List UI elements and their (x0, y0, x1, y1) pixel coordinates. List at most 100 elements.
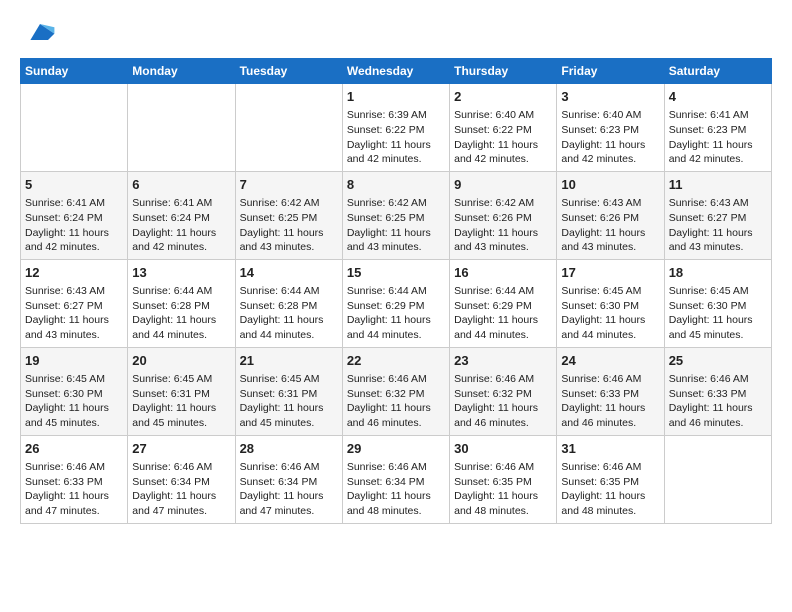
header-wednesday: Wednesday (342, 59, 449, 84)
calendar-cell: 6 Sunrise: 6:41 AMSunset: 6:24 PMDaylight… (128, 171, 235, 259)
calendar-cell: 15 Sunrise: 6:44 AMSunset: 6:29 PMDayligh… (342, 259, 449, 347)
day-info: Sunrise: 6:46 AMSunset: 6:35 PMDaylight:… (454, 460, 552, 519)
day-number: 29 (347, 440, 445, 458)
day-info: Sunrise: 6:40 AMSunset: 6:22 PMDaylight:… (454, 108, 552, 167)
day-number: 7 (240, 176, 338, 194)
calendar-cell: 2 Sunrise: 6:40 AMSunset: 6:22 PMDaylight… (450, 84, 557, 172)
calendar-week-row: 19Sunrise: 6:45 AMSunset: 6:30 PMDayligh… (21, 347, 772, 435)
day-number: 26 (25, 440, 123, 458)
day-info: Sunrise: 6:46 AMSunset: 6:33 PMDaylight:… (25, 460, 123, 519)
calendar-cell: 1 Sunrise: 6:39 AMSunset: 6:22 PMDaylight… (342, 84, 449, 172)
day-info: Sunrise: 6:44 AMSunset: 6:28 PMDaylight:… (132, 284, 230, 343)
day-info: Sunrise: 6:41 AMSunset: 6:24 PMDaylight:… (25, 196, 123, 255)
day-info: Sunrise: 6:46 AMSunset: 6:33 PMDaylight:… (669, 372, 767, 431)
header (20, 16, 772, 48)
day-info: Sunrise: 6:44 AMSunset: 6:29 PMDaylight:… (454, 284, 552, 343)
day-info: Sunrise: 6:46 AMSunset: 6:32 PMDaylight:… (454, 372, 552, 431)
calendar-cell: 4 Sunrise: 6:41 AMSunset: 6:23 PMDaylight… (664, 84, 771, 172)
calendar-cell (664, 435, 771, 523)
calendar-cell: 19Sunrise: 6:45 AMSunset: 6:30 PMDayligh… (21, 347, 128, 435)
day-info: Sunrise: 6:44 AMSunset: 6:29 PMDaylight:… (347, 284, 445, 343)
day-number: 27 (132, 440, 230, 458)
calendar-table: SundayMondayTuesdayWednesdayThursdayFrid… (20, 58, 772, 524)
day-info: Sunrise: 6:45 AMSunset: 6:31 PMDaylight:… (132, 372, 230, 431)
day-number: 21 (240, 352, 338, 370)
header-saturday: Saturday (664, 59, 771, 84)
calendar-cell: 16 Sunrise: 6:44 AMSunset: 6:29 PMDayligh… (450, 259, 557, 347)
calendar-week-row: 12Sunrise: 6:43 AMSunset: 6:27 PMDayligh… (21, 259, 772, 347)
day-info: Sunrise: 6:42 AMSunset: 6:26 PMDaylight:… (454, 196, 552, 255)
header-thursday: Thursday (450, 59, 557, 84)
logo (20, 16, 56, 48)
day-number: 3 (561, 88, 659, 106)
page: SundayMondayTuesdayWednesdayThursdayFrid… (0, 0, 792, 534)
day-number: 2 (454, 88, 552, 106)
calendar-week-row: 26 Sunrise: 6:46 AMSunset: 6:33 PMDayligh… (21, 435, 772, 523)
day-number: 10 (561, 176, 659, 194)
calendar-cell (235, 84, 342, 172)
calendar-cell: 26 Sunrise: 6:46 AMSunset: 6:33 PMDayligh… (21, 435, 128, 523)
calendar-cell: 5 Sunrise: 6:41 AMSunset: 6:24 PMDaylight… (21, 171, 128, 259)
calendar-cell: 18 Sunrise: 6:45 AMSunset: 6:30 PMDayligh… (664, 259, 771, 347)
day-info: Sunrise: 6:46 AMSunset: 6:34 PMDaylight:… (132, 460, 230, 519)
day-number: 14 (240, 264, 338, 282)
day-info: Sunrise: 6:46 AMSunset: 6:34 PMDaylight:… (347, 460, 445, 519)
day-number: 1 (347, 88, 445, 106)
day-info: Sunrise: 6:42 AMSunset: 6:25 PMDaylight:… (347, 196, 445, 255)
day-number: 23 (454, 352, 552, 370)
day-info: Sunrise: 6:45 AMSunset: 6:30 PMDaylight:… (669, 284, 767, 343)
calendar-header-row: SundayMondayTuesdayWednesdayThursdayFrid… (21, 59, 772, 84)
header-friday: Friday (557, 59, 664, 84)
day-number: 24 (561, 352, 659, 370)
calendar-week-row: 5 Sunrise: 6:41 AMSunset: 6:24 PMDaylight… (21, 171, 772, 259)
day-number: 4 (669, 88, 767, 106)
day-number: 11 (669, 176, 767, 194)
day-info: Sunrise: 6:41 AMSunset: 6:23 PMDaylight:… (669, 108, 767, 167)
day-number: 28 (240, 440, 338, 458)
day-number: 6 (132, 176, 230, 194)
calendar-cell: 24 Sunrise: 6:46 AMSunset: 6:33 PMDayligh… (557, 347, 664, 435)
calendar-cell: 22Sunrise: 6:46 AMSunset: 6:32 PMDayligh… (342, 347, 449, 435)
header-sunday: Sunday (21, 59, 128, 84)
day-number: 16 (454, 264, 552, 282)
day-number: 19 (25, 352, 123, 370)
calendar-cell: 11 Sunrise: 6:43 AMSunset: 6:27 PMDayligh… (664, 171, 771, 259)
calendar-cell: 8 Sunrise: 6:42 AMSunset: 6:25 PMDaylight… (342, 171, 449, 259)
day-info: Sunrise: 6:42 AMSunset: 6:25 PMDaylight:… (240, 196, 338, 255)
day-info: Sunrise: 6:46 AMSunset: 6:34 PMDaylight:… (240, 460, 338, 519)
calendar-cell: 28 Sunrise: 6:46 AMSunset: 6:34 PMDayligh… (235, 435, 342, 523)
day-number: 31 (561, 440, 659, 458)
day-info: Sunrise: 6:46 AMSunset: 6:32 PMDaylight:… (347, 372, 445, 431)
day-number: 30 (454, 440, 552, 458)
calendar-cell (21, 84, 128, 172)
day-info: Sunrise: 6:45 AMSunset: 6:31 PMDaylight:… (240, 372, 338, 431)
day-info: Sunrise: 6:44 AMSunset: 6:28 PMDaylight:… (240, 284, 338, 343)
calendar-cell (128, 84, 235, 172)
day-info: Sunrise: 6:41 AMSunset: 6:24 PMDaylight:… (132, 196, 230, 255)
calendar-cell: 21 Sunrise: 6:45 AMSunset: 6:31 PMDayligh… (235, 347, 342, 435)
day-info: Sunrise: 6:45 AMSunset: 6:30 PMDaylight:… (561, 284, 659, 343)
calendar-cell: 31 Sunrise: 6:46 AMSunset: 6:35 PMDayligh… (557, 435, 664, 523)
day-number: 9 (454, 176, 552, 194)
day-number: 12 (25, 264, 123, 282)
calendar-cell: 23 Sunrise: 6:46 AMSunset: 6:32 PMDayligh… (450, 347, 557, 435)
calendar-cell: 30 Sunrise: 6:46 AMSunset: 6:35 PMDayligh… (450, 435, 557, 523)
calendar-cell: 20Sunrise: 6:45 AMSunset: 6:31 PMDayligh… (128, 347, 235, 435)
calendar-cell: 27 Sunrise: 6:46 AMSunset: 6:34 PMDayligh… (128, 435, 235, 523)
day-info: Sunrise: 6:46 AMSunset: 6:35 PMDaylight:… (561, 460, 659, 519)
header-monday: Monday (128, 59, 235, 84)
day-number: 13 (132, 264, 230, 282)
day-info: Sunrise: 6:40 AMSunset: 6:23 PMDaylight:… (561, 108, 659, 167)
day-info: Sunrise: 6:46 AMSunset: 6:33 PMDaylight:… (561, 372, 659, 431)
calendar-cell: 12Sunrise: 6:43 AMSunset: 6:27 PMDayligh… (21, 259, 128, 347)
day-number: 8 (347, 176, 445, 194)
calendar-cell: 25Sunrise: 6:46 AMSunset: 6:33 PMDayligh… (664, 347, 771, 435)
day-info: Sunrise: 6:43 AMSunset: 6:26 PMDaylight:… (561, 196, 659, 255)
day-number: 18 (669, 264, 767, 282)
day-number: 15 (347, 264, 445, 282)
day-number: 5 (25, 176, 123, 194)
day-info: Sunrise: 6:39 AMSunset: 6:22 PMDaylight:… (347, 108, 445, 167)
calendar-cell: 14 Sunrise: 6:44 AMSunset: 6:28 PMDayligh… (235, 259, 342, 347)
day-number: 17 (561, 264, 659, 282)
day-info: Sunrise: 6:43 AMSunset: 6:27 PMDaylight:… (669, 196, 767, 255)
